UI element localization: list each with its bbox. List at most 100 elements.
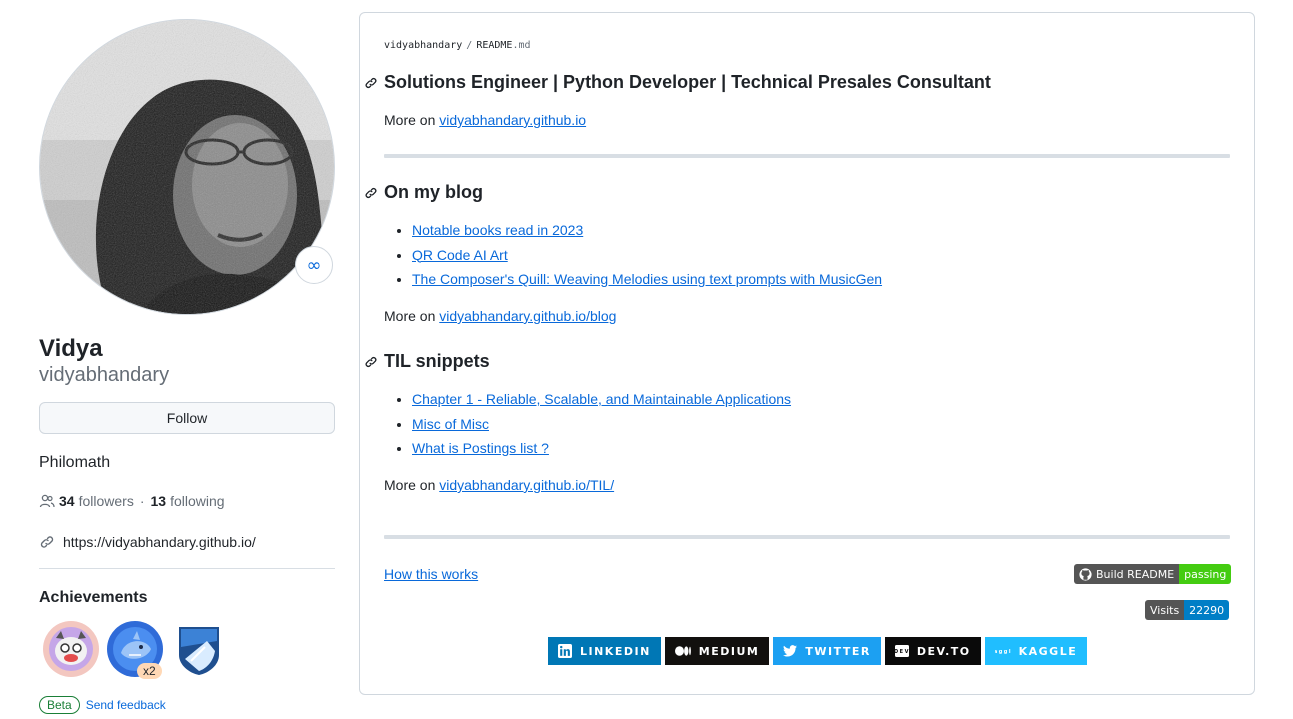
breadcrumb-separator: / (466, 40, 473, 51)
beta-label: Beta (39, 696, 80, 714)
followers-count: 34 (59, 493, 75, 509)
achievement-badges: x2 (43, 621, 227, 679)
website-link[interactable]: https://vidyabhandary.github.io/ (63, 534, 256, 550)
blog-link[interactable]: vidyabhandary.github.io/blog (439, 308, 616, 324)
arctic-badge-icon (179, 627, 219, 675)
beta-feedback: Beta Send feedback (39, 696, 166, 714)
medium-icon (674, 646, 691, 656)
status-emoji-button[interactable]: ∞ (295, 246, 333, 284)
readme-owner[interactable]: vidyabhandary (384, 40, 462, 51)
kaggle-label: KAGGLE (1018, 644, 1078, 658)
list-item: Misc of Misc (412, 412, 791, 437)
anchor-link-icon[interactable] (364, 186, 378, 200)
section-divider (384, 535, 1230, 539)
kaggle-icon: kaggle (995, 649, 1011, 655)
devto-badge[interactable]: DEV DEV.TO (884, 637, 981, 665)
list-item: QR Code AI Art (412, 243, 882, 268)
heading-til-text: TIL snippets (384, 351, 490, 371)
github-icon (1079, 567, 1092, 581)
medium-badge[interactable]: MEDIUM (664, 637, 770, 665)
blog-post-link[interactable]: Notable books read in 2023 (412, 222, 583, 238)
sidebar-divider (39, 568, 335, 569)
social-badges: LINKEDIN MEDIUM TWITTER DEV DEV.TO agg K… (548, 637, 1088, 665)
til-list: Chapter 1 - Reliable, Scalable, and Main… (412, 387, 791, 461)
linkedin-badge[interactable]: LINKEDIN (548, 637, 661, 665)
avatar-container: ∞ (39, 19, 335, 315)
svg-text:kaggle: kaggle (995, 649, 1011, 655)
devto-label: DEV.TO (916, 644, 971, 658)
achievement-arctic[interactable] (171, 621, 227, 677)
heading-blog-text: On my blog (384, 182, 483, 202)
follow-stats: 34 followers · 13 following (39, 493, 225, 509)
linkedin-label: LINKEDIN (580, 644, 651, 658)
more-on-blog: More on vidyabhandary.github.io/blog (384, 308, 616, 324)
more-prefix: More on (384, 308, 436, 324)
readme-breadcrumb: vidyabhandary / README.md (384, 40, 531, 51)
how-this-works-link[interactable]: How this works (384, 566, 478, 582)
readme-ext: .md (512, 40, 531, 51)
readme-panel: vidyabhandary / README.md Solutions Engine… (359, 12, 1255, 695)
til-link[interactable]: Misc of Misc (412, 416, 489, 432)
achievements-title[interactable]: Achievements (39, 589, 148, 607)
twitter-label: TWITTER (805, 644, 871, 658)
following-link[interactable]: 13 following (151, 493, 225, 509)
build-badge-text: Build README (1096, 567, 1175, 581)
infinity-icon: ∞ (306, 254, 322, 276)
heading-title-text: Solutions Engineer | Python Developer | … (384, 72, 991, 92)
link-icon (40, 536, 54, 548)
list-item: Chapter 1 - Reliable, Scalable, and Main… (412, 387, 791, 412)
visits-badge: Visits 22290 (1145, 600, 1230, 620)
heading-til: TIL snippets (364, 351, 490, 372)
blog-post-link[interactable]: QR Code AI Art (412, 247, 508, 263)
avatar[interactable] (39, 19, 335, 315)
build-badge-label: Build README (1074, 564, 1180, 584)
blog-post-link[interactable]: The Composer's Quill: Weaving Melodies u… (412, 271, 882, 287)
til-link[interactable]: What is Postings list ? (412, 440, 549, 456)
medium-label: MEDIUM (698, 644, 760, 658)
anchor-link-icon[interactable] (364, 76, 378, 90)
heading-blog: On my blog (364, 182, 483, 203)
more-on-til: More on vidyabhandary.github.io/TIL/ (384, 477, 614, 493)
profile-username: vidyabhandary (39, 364, 170, 386)
build-readme-badge[interactable]: Build README passing (1074, 564, 1232, 584)
twitter-icon (783, 645, 798, 657)
profile-name: Vidya (39, 335, 103, 362)
list-item: Notable books read in 2023 (412, 218, 882, 243)
svg-text:DEV: DEV (895, 649, 909, 655)
build-badge-status: passing (1179, 564, 1232, 584)
list-item: What is Postings list ? (412, 436, 791, 461)
more-on-site: More on vidyabhandary.github.io (384, 112, 586, 128)
followers-label: followers (78, 493, 134, 509)
list-item: The Composer's Quill: Weaving Melodies u… (412, 267, 882, 292)
til-link[interactable]: Chapter 1 - Reliable, Scalable, and Main… (412, 391, 791, 407)
badge-multiplier: x2 (137, 663, 162, 679)
achievement-shark[interactable]: x2 (107, 621, 163, 679)
anchor-link-icon[interactable] (364, 355, 378, 369)
achievement-yolo[interactable] (43, 621, 99, 677)
section-divider (384, 154, 1230, 158)
more-prefix: More on (384, 112, 436, 128)
kaggle-badge[interactable]: kaggle KAGGLE (984, 637, 1088, 665)
following-count: 13 (150, 493, 167, 509)
send-feedback-link[interactable]: Send feedback (86, 698, 166, 712)
avatar-photo (40, 20, 334, 314)
profile-sidebar: ∞ Vidya vidyabhandary Follow Philomath 3… (39, 19, 335, 714)
more-prefix: More on (384, 477, 436, 493)
visits-badge-label: Visits (1145, 600, 1185, 620)
separator-dot: · (139, 493, 145, 509)
devto-icon: DEV (894, 645, 909, 657)
til-site-link[interactable]: vidyabhandary.github.io/TIL/ (439, 477, 614, 493)
following-label: following (170, 493, 225, 509)
site-link[interactable]: vidyabhandary.github.io (439, 112, 586, 128)
yolo-badge-icon (43, 621, 99, 677)
profile-website: https://vidyabhandary.github.io/ (39, 534, 256, 550)
linkedin-icon (558, 644, 572, 658)
people-icon (39, 494, 55, 508)
twitter-badge[interactable]: TWITTER (773, 637, 881, 665)
blog-post-list: Notable books read in 2023 QR Code AI Ar… (412, 218, 882, 292)
follow-button[interactable]: Follow (39, 402, 335, 434)
profile-bio: Philomath (39, 454, 111, 471)
readme-file[interactable]: README (476, 40, 512, 51)
followers-link[interactable]: 34 followers (59, 493, 134, 509)
visits-badge-count: 22290 (1184, 600, 1230, 620)
